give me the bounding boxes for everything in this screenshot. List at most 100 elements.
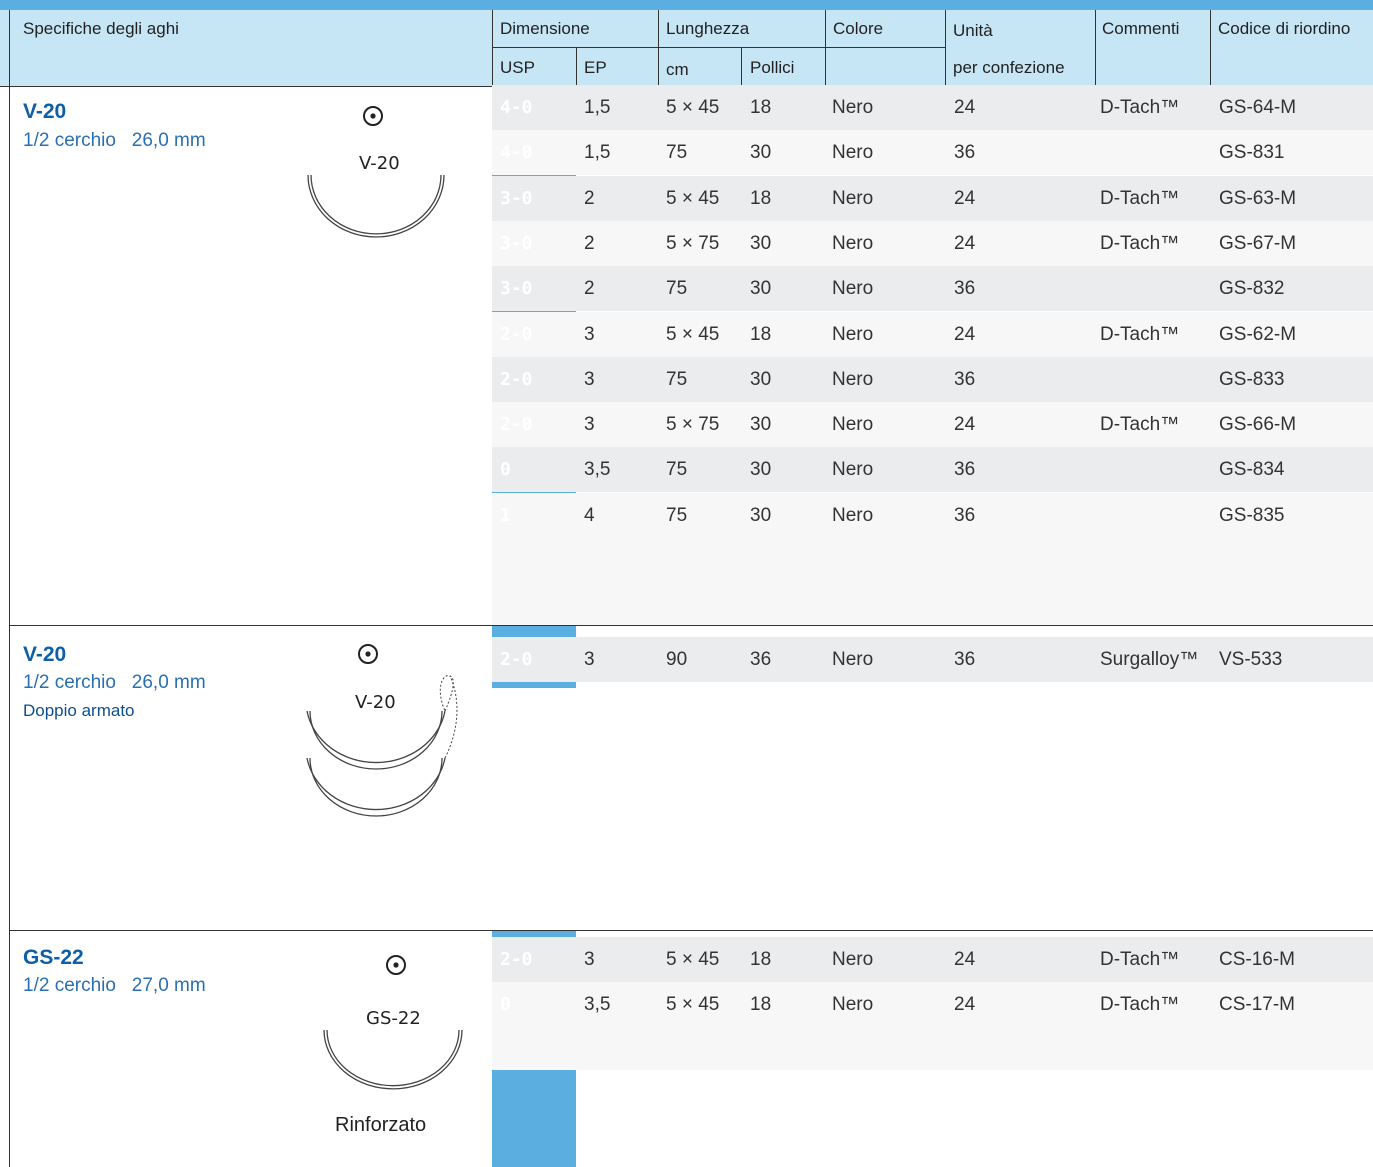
needle-name: V-20: [23, 643, 67, 666]
table-row: 0 3,5 5 × 45 18 Nero 24 D-Tach™ CS-17-M: [492, 982, 1373, 1027]
reorder-code-value: GS-831: [1219, 142, 1285, 163]
table-row: 2-0 3 5 × 45 18 Nero 24 D-Tach™ CS-16-M: [492, 937, 1373, 982]
needle-spec: 1/2 cerchio 26,0 mm: [23, 130, 206, 151]
length-cm-value: 75: [666, 459, 688, 480]
usp-value: 2-0: [500, 949, 533, 970]
units-value: 24: [954, 324, 976, 345]
color-value: Nero: [832, 949, 874, 970]
length-inches-value: 30: [750, 505, 772, 526]
ep-value: 3: [584, 369, 595, 390]
reorder-code-value: GS-835: [1219, 505, 1285, 526]
units-value: 36: [954, 649, 976, 670]
reorder-code-value: GS-67-M: [1219, 233, 1297, 254]
header-divider: [1210, 10, 1211, 87]
usp-value: 2-0: [500, 414, 533, 435]
needle-drawing-label: V-20: [359, 153, 400, 174]
table-row: 4-0 1,5 5 × 45 18 Nero 24 D-Tach™ GS-64-M: [492, 85, 1373, 130]
ep-value: 3: [584, 324, 595, 345]
usp-value: 0: [500, 459, 511, 480]
length-cm-value: 5 × 45: [666, 188, 720, 209]
length-cm-value: 5 × 45: [666, 324, 720, 345]
length-inches-value: 18: [750, 97, 772, 118]
ep-value: 2: [584, 188, 595, 209]
header-divider: [1095, 10, 1096, 87]
table-row: 4-0 1,5 75 30 Nero 36 GS-831: [492, 130, 1373, 175]
table-row: 3-0 2 5 × 75 30 Nero 24 D-Tach™ GS-67-M: [492, 221, 1373, 266]
ep-value: 3: [584, 649, 595, 670]
usp-value: 3-0: [500, 278, 533, 299]
usp-value: 2-0: [500, 369, 533, 390]
length-cm-value: 75: [666, 505, 688, 526]
length-cm-value: 5 × 75: [666, 233, 720, 254]
empty-row: [492, 537, 1373, 625]
top-accent-bar: [0, 0, 1373, 10]
color-value: Nero: [832, 278, 874, 299]
units-value: 36: [954, 278, 976, 299]
usp-value: 3-0: [500, 188, 533, 209]
section-divider: [9, 930, 1373, 931]
ep-value: 3,5: [584, 459, 611, 480]
needle-reinforced-note: Rinforzato: [335, 1114, 427, 1136]
comment-value: D-Tach™: [1100, 994, 1180, 1015]
color-value: Nero: [832, 459, 874, 480]
usp-value: 3-0: [500, 233, 533, 254]
length-inches-value: 18: [750, 949, 772, 970]
table-row: 2-0 3 75 30 Nero 36 GS-833: [492, 357, 1373, 402]
ep-value: 1,5: [584, 142, 611, 163]
units-value: 36: [954, 505, 976, 526]
ep-value: 2: [584, 233, 595, 254]
reorder-code-value: CS-17-M: [1219, 994, 1296, 1015]
usp-value: 4-0: [500, 142, 533, 163]
color-value: Nero: [832, 188, 874, 209]
header-divider: [825, 10, 826, 87]
comment-value: Surgalloy™: [1100, 649, 1199, 670]
needle-drawing-label: V-20: [355, 692, 396, 713]
color-value: Nero: [832, 414, 874, 435]
needle-spec: 1/2 cerchio 27,0 mm: [23, 975, 206, 996]
length-inches-value: 30: [750, 278, 772, 299]
left-border: [9, 10, 10, 1167]
usp-value: 2-0: [500, 649, 533, 670]
needle-drawing-double: [306, 644, 458, 817]
reorder-code-value: GS-834: [1219, 459, 1285, 480]
length-inches-value: 30: [750, 233, 772, 254]
units-value: 24: [954, 949, 976, 970]
needle-name: GS-22: [23, 946, 84, 969]
section-divider: [9, 625, 1373, 626]
length-cm-value: 5 × 45: [666, 949, 720, 970]
ep-value: 3: [584, 949, 595, 970]
reorder-code-value: GS-64-M: [1219, 97, 1297, 118]
length-inches-value: 36: [750, 649, 772, 670]
units-value: 36: [954, 142, 976, 163]
length-inches-value: 30: [750, 369, 772, 390]
length-inches-value: 18: [750, 188, 772, 209]
header-divider: [741, 48, 742, 87]
header-comments: Commenti: [1102, 19, 1180, 38]
table-row: 3-0 2 5 × 45 18 Nero 24 D-Tach™ GS-63-M: [492, 176, 1373, 221]
color-value: Nero: [832, 505, 874, 526]
header-reorder-code: Codice di riordino: [1218, 19, 1351, 38]
length-inches-value: 18: [750, 994, 772, 1015]
comment-value: D-Tach™: [1100, 949, 1180, 970]
table-row: 3-0 2 75 30 Nero 36 GS-832: [492, 266, 1373, 311]
length-cm-value: 90: [666, 649, 688, 670]
reorder-code-value: GS-63-M: [1219, 188, 1297, 209]
empty-row: [492, 688, 1373, 930]
reorder-code-value: CS-16-M: [1219, 949, 1296, 970]
length-inches-value: 30: [750, 459, 772, 480]
length-cm-value: 75: [666, 278, 688, 299]
header-units-line2: per confezione: [953, 58, 1065, 77]
ep-value: 1,5: [584, 97, 611, 118]
header-needle-specs: Specifiche degli aghi: [23, 19, 179, 38]
usp-value: 1: [500, 505, 511, 526]
length-cm-value: 75: [666, 369, 688, 390]
length-cm-value: 75: [666, 142, 688, 163]
header-inches: Pollici: [750, 58, 795, 77]
header-cm: cm: [666, 60, 689, 79]
header-dimension: Dimensione: [500, 19, 590, 38]
length-cm-value: 5 × 75: [666, 414, 720, 435]
usp-value: 4-0: [500, 97, 533, 118]
length-cm-value: 5 × 45: [666, 97, 720, 118]
header-length: Lunghezza: [666, 19, 750, 38]
ep-value: 3,5: [584, 994, 611, 1015]
